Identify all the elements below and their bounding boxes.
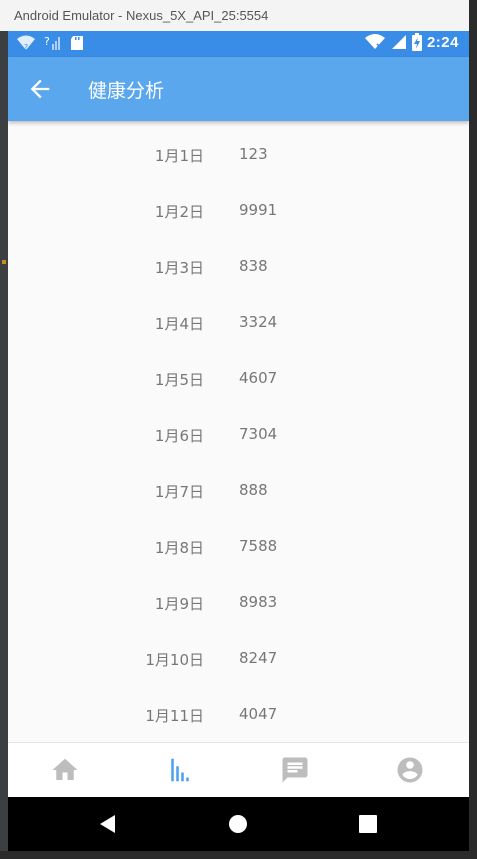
health-list: 1月1日 123 1月2日 9991 1月3日 838 1月4日 3324 1月… xyxy=(8,127,469,743)
window-edge-mark xyxy=(2,260,6,264)
list-item: 1月6日 7304 xyxy=(8,407,469,463)
status-bar: ? ? 2:24 xyxy=(8,31,469,57)
list-item-date: 1月4日 xyxy=(154,315,204,333)
list-item-value: 4047 xyxy=(239,705,278,723)
window-titlebar: Android Emulator - Nexus_5X_API_25:5554 xyxy=(0,0,469,31)
list-item-value: 8983 xyxy=(239,593,278,611)
window-bottom-edge xyxy=(0,851,477,859)
list-item: 1月1日 123 xyxy=(8,127,469,183)
list-item: 1月9日 8983 xyxy=(8,575,469,631)
list-item: 1月3日 838 xyxy=(8,239,469,295)
system-navigation-bar xyxy=(8,797,469,851)
page-title: 健康分析 xyxy=(88,80,165,102)
list-item-value: 7588 xyxy=(239,537,278,555)
app-bar: 健康分析 xyxy=(8,57,469,121)
list-item: 1月11日 4047 xyxy=(8,687,469,743)
list-item: 1月2日 9991 xyxy=(8,183,469,239)
chart-bars-icon[interactable] xyxy=(165,755,195,785)
wifi-x-icon xyxy=(364,34,385,51)
list-item-value: 7304 xyxy=(239,425,278,443)
bottom-navigation xyxy=(8,742,469,798)
list-item-date: 1月1日 xyxy=(154,147,204,165)
list-item-value: 888 xyxy=(239,481,268,499)
list-item-value: 8247 xyxy=(239,649,278,667)
wifi-question-icon: ? xyxy=(17,35,35,52)
list-item-date: 1月6日 xyxy=(154,427,204,445)
list-item-date: 1月10日 xyxy=(145,651,204,669)
recents-square-icon[interactable] xyxy=(356,812,380,836)
list-item-value: 4607 xyxy=(239,369,278,387)
home-icon[interactable] xyxy=(50,755,80,785)
list-item: 1月7日 888 xyxy=(8,463,469,519)
list-item-value: 838 xyxy=(239,257,268,275)
message-icon[interactable] xyxy=(280,755,310,785)
list-item: 1月8日 7588 xyxy=(8,519,469,575)
phone-screen: ? ? 2:24 健康分析 1月1日 123 1月2日 9991 1月3日 83… xyxy=(8,31,469,851)
list-item-date: 1月2日 xyxy=(154,203,204,221)
list-item-date: 1月9日 xyxy=(154,595,204,613)
list-item: 1月10日 8247 xyxy=(8,631,469,687)
svg-text:?: ? xyxy=(24,43,28,52)
back-triangle-icon[interactable] xyxy=(96,812,120,836)
list-item-date: 1月8日 xyxy=(154,539,204,557)
list-item-date: 1月7日 xyxy=(154,483,204,501)
list-item-value: 123 xyxy=(239,145,268,163)
account-circle-icon[interactable] xyxy=(395,755,425,785)
list-item: 1月4日 3324 xyxy=(8,295,469,351)
list-item-date: 1月11日 xyxy=(145,707,204,725)
window-title: Android Emulator - Nexus_5X_API_25:5554 xyxy=(14,8,269,23)
battery-charging-icon xyxy=(411,33,422,51)
signal-question-icon: ? xyxy=(44,35,60,50)
list-item-date: 1月3日 xyxy=(154,259,204,277)
list-item: 1月5日 4607 xyxy=(8,351,469,407)
signal-icon xyxy=(391,35,406,49)
arrow-back-icon[interactable] xyxy=(26,75,54,103)
list-item-value: 9991 xyxy=(239,201,278,219)
sd-card-icon xyxy=(71,36,83,50)
window-right-edge xyxy=(469,0,477,859)
home-circle-icon[interactable] xyxy=(226,812,250,836)
list-item-value: 3324 xyxy=(239,313,278,331)
svg-text:?: ? xyxy=(44,35,50,48)
status-time: 2:24 xyxy=(426,33,459,51)
list-item-date: 1月5日 xyxy=(154,371,204,389)
